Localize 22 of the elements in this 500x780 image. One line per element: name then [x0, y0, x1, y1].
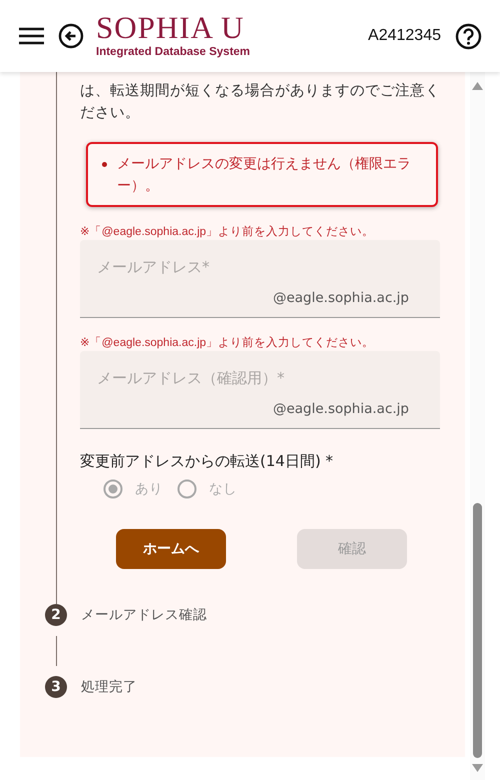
scroll-down-icon[interactable]: [472, 764, 483, 772]
help-icon[interactable]: [455, 22, 482, 50]
input-hint: ※「@eagle.sophia.ac.jp」より前を入力してください。: [80, 225, 376, 239]
logo-subtitle: Integrated Database System: [96, 45, 250, 59]
notice-text: は、転送期間が短くなる場合がありますのでご注意ください。: [80, 82, 440, 123]
domain-suffix: @eagle.sophia.ac.jp: [272, 401, 409, 417]
action-button[interactable]: ホームへ: [116, 529, 226, 569]
input-hint: ※「@eagle.sophia.ac.jp」より前を入力してください。: [80, 336, 376, 350]
scroll-up-icon[interactable]: [472, 82, 483, 90]
domain-suffix: @eagle.sophia.ac.jp: [272, 290, 409, 306]
step-label: メールアドレス確認: [81, 606, 207, 624]
menu-icon[interactable]: [19, 27, 44, 45]
step-label: 処理完了: [81, 678, 137, 696]
scrollbar-thumb[interactable]: [473, 503, 482, 758]
forwarding-label: 変更前アドレスからの転送(14日間) *: [80, 451, 334, 471]
back-icon[interactable]: [58, 23, 84, 49]
error-text: メールアドレスの変更は行えません（権限エラー）。: [117, 155, 412, 196]
step-number: 3: [45, 676, 67, 698]
bullet-icon: [102, 162, 107, 167]
logo-title: SOPHIA U: [96, 13, 246, 43]
user-id: A2412345: [368, 27, 441, 45]
step-number: 2: [45, 604, 67, 626]
